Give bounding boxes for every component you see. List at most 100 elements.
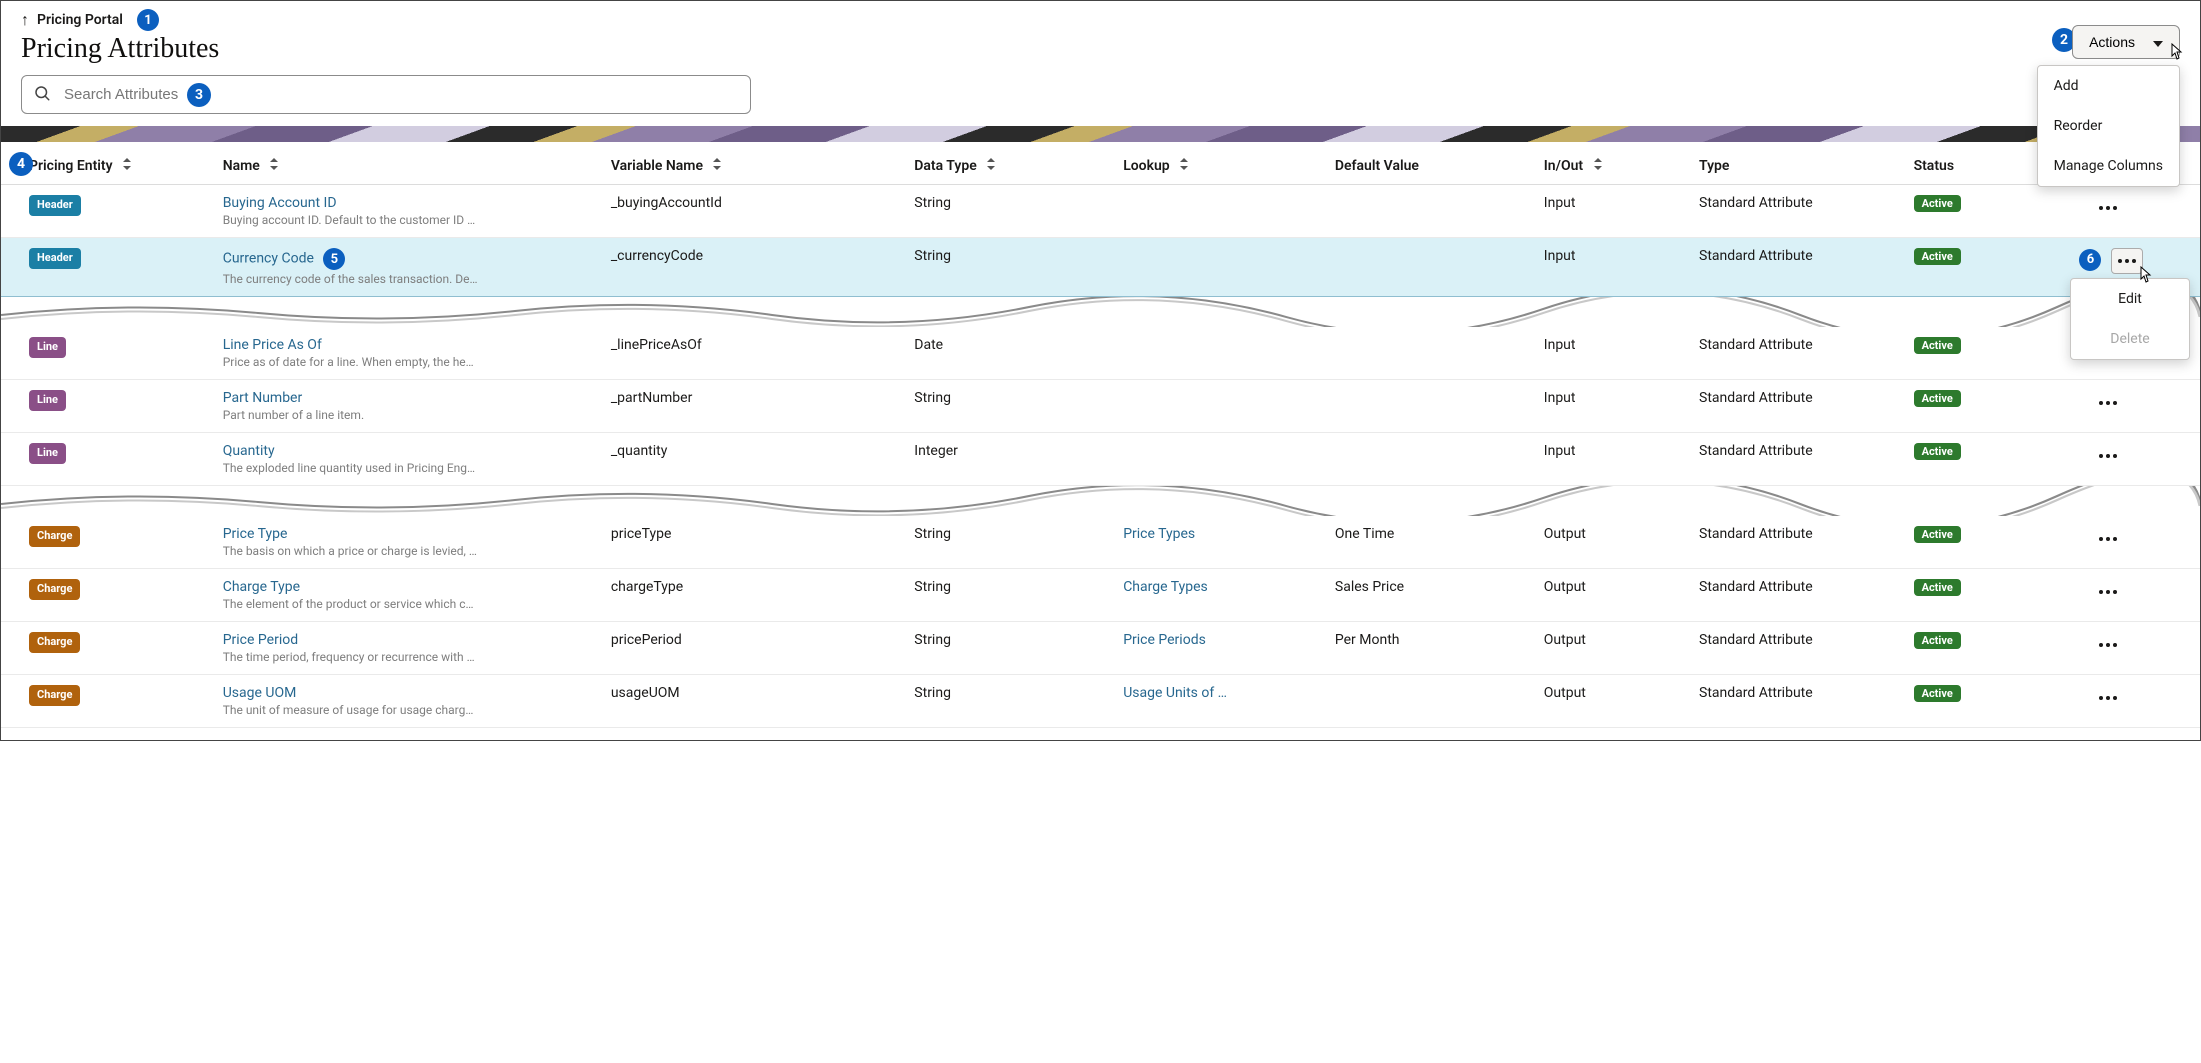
cell-in-out: Input (1534, 327, 1689, 380)
cell-in-out: Output (1534, 516, 1689, 569)
table-row[interactable]: ChargePrice Type The basis on which a pr… (1, 516, 2200, 569)
attribute-name-link[interactable]: Part Number (223, 390, 591, 406)
cell-variable-name: _quantity (601, 433, 904, 486)
cell-row-menu: 6 Edit Delete (2016, 238, 2200, 297)
actions-menu-manage-columns[interactable]: Manage Columns (2038, 146, 2179, 186)
cell-lookup (1113, 185, 1325, 238)
cell-data-type: String (904, 516, 1113, 569)
cell-lookup[interactable]: Charge Types (1113, 569, 1325, 622)
th-data-type[interactable]: Data Type (904, 144, 1113, 185)
callout-3: 3 (187, 83, 211, 107)
lookup-link[interactable]: Usage Units of … (1123, 685, 1227, 701)
row-kebab-icon[interactable] (2092, 390, 2124, 416)
cell-variable-name: _currencyCode (601, 238, 904, 297)
table-row[interactable]: ChargePrice Period The time period, freq… (1, 622, 2200, 675)
cell-data-type: String (904, 380, 1113, 433)
cell-row-menu (2016, 380, 2200, 433)
callout-6: 6 (2079, 249, 2101, 271)
row-kebab-icon[interactable] (2111, 248, 2143, 274)
cell-row-menu (2016, 185, 2200, 238)
caret-down-icon (2153, 34, 2163, 50)
table-header: 4 Pricing Entity Name Variable Name (1, 144, 2200, 185)
cell-default-value (1325, 675, 1534, 728)
table-row[interactable]: HeaderBuying Account ID Buying account I… (1, 185, 2200, 238)
actions-button[interactable]: Actions (2072, 25, 2180, 59)
attribute-description: Part number of a line item. (223, 408, 478, 422)
th-in-out[interactable]: In/Out (1534, 144, 1689, 185)
table-body: Header Buying Account ID Buying account I… (1, 185, 2200, 728)
lookup-link[interactable]: Price Types (1123, 526, 1195, 542)
breadcrumb[interactable]: ↑ Pricing Portal 1 (21, 9, 2180, 31)
row-kebab-icon[interactable] (2092, 685, 2124, 711)
row-kebab-icon[interactable] (2092, 526, 2124, 552)
attribute-description: Buying account ID. Default to the custom… (223, 213, 478, 227)
th-name[interactable]: Name (213, 144, 601, 185)
status-badge: Active (1914, 248, 1961, 265)
entity-badge: Charge (29, 526, 80, 547)
row-kebab-icon[interactable] (2092, 632, 2124, 658)
actions-menu-add[interactable]: Add (2038, 66, 2179, 106)
attribute-name-link[interactable]: Line Price As Of (223, 337, 591, 353)
actions-menu: Add Reorder Manage Columns (2037, 65, 2180, 187)
attribute-name-link[interactable]: Charge Type (223, 579, 591, 595)
table-row[interactable]: ChargeUsage UOM The unit of measure of u… (1, 675, 2200, 728)
attribute-description: The exploded line quantity used in Prici… (223, 461, 478, 475)
th-pricing-entity[interactable]: 4 Pricing Entity (1, 144, 213, 185)
th-default-value: Default Value (1325, 144, 1534, 185)
cell-lookup (1113, 433, 1325, 486)
status-badge: Active (1914, 526, 1961, 543)
cell-in-out: Input (1534, 433, 1689, 486)
lookup-link[interactable]: Price Periods (1123, 632, 1206, 648)
cell-default-value: One Time (1325, 516, 1534, 569)
attribute-name-link[interactable]: Usage UOM (223, 685, 591, 701)
attribute-name-link[interactable]: Price Period (223, 632, 591, 648)
cell-data-type: String (904, 675, 1113, 728)
cell-variable-name: _linePriceAsOf (601, 327, 904, 380)
status-badge: Active (1914, 685, 1961, 702)
cell-in-out: Output (1534, 622, 1689, 675)
actions-menu-reorder[interactable]: Reorder (2038, 106, 2179, 146)
breadcrumb-label: Pricing Portal (37, 12, 123, 28)
attribute-name-link[interactable]: Buying Account ID (223, 195, 591, 211)
cell-type: Standard Attribute (1689, 380, 1904, 433)
entity-badge: Charge (29, 579, 80, 600)
cell-status: Active (1904, 516, 2017, 569)
row-kebab-icon[interactable] (2092, 579, 2124, 605)
cell-default-value (1325, 327, 1534, 380)
cell-in-out: Input (1534, 185, 1689, 238)
actions-button-label: Actions (2089, 34, 2135, 50)
cell-lookup[interactable]: Usage Units of … (1113, 675, 1325, 728)
attribute-name-link[interactable]: Price Type (223, 526, 591, 542)
status-badge: Active (1914, 579, 1961, 596)
row-menu-edit[interactable]: Edit (2071, 279, 2189, 319)
search-input[interactable] (21, 75, 751, 114)
entity-badge: Charge (29, 685, 80, 706)
cell-row-menu (2016, 516, 2200, 569)
cell-status: Active (1904, 380, 2017, 433)
table-row[interactable]: ChargeCharge Type The element of the pro… (1, 569, 2200, 622)
table-row[interactable]: HeaderCurrency Code 5 The currency code … (1, 238, 2200, 297)
cell-data-type: String (904, 185, 1113, 238)
table-row[interactable]: LinePart Number Part number of a line it… (1, 380, 2200, 433)
table-row[interactable]: LineLine Price As Of Price as of date fo… (1, 327, 2200, 380)
row-kebab-icon[interactable] (2092, 195, 2124, 221)
cell-row-menu (2016, 569, 2200, 622)
attribute-description: The time period, frequency or recurrence… (223, 650, 478, 664)
attribute-name-link[interactable]: Currency Code 5 (223, 248, 591, 270)
sort-icon (1593, 158, 1603, 174)
cell-data-type: String (904, 238, 1113, 297)
table-row[interactable]: LineQuantity The exploded line quantity … (1, 433, 2200, 486)
lookup-link[interactable]: Charge Types (1123, 579, 1208, 595)
row-menu: Edit Delete (2070, 278, 2190, 360)
entity-badge: Header (29, 248, 81, 269)
th-lookup[interactable]: Lookup (1113, 144, 1325, 185)
cell-data-type: Integer (904, 433, 1113, 486)
attribute-name-link[interactable]: Quantity (223, 443, 591, 459)
row-kebab-icon[interactable] (2092, 443, 2124, 469)
cell-lookup[interactable]: Price Types (1113, 516, 1325, 569)
th-variable-name[interactable]: Variable Name (601, 144, 904, 185)
cell-lookup[interactable]: Price Periods (1113, 622, 1325, 675)
cell-variable-name: priceType (601, 516, 904, 569)
cell-variable-name: chargeType (601, 569, 904, 622)
cell-type: Standard Attribute (1689, 622, 1904, 675)
